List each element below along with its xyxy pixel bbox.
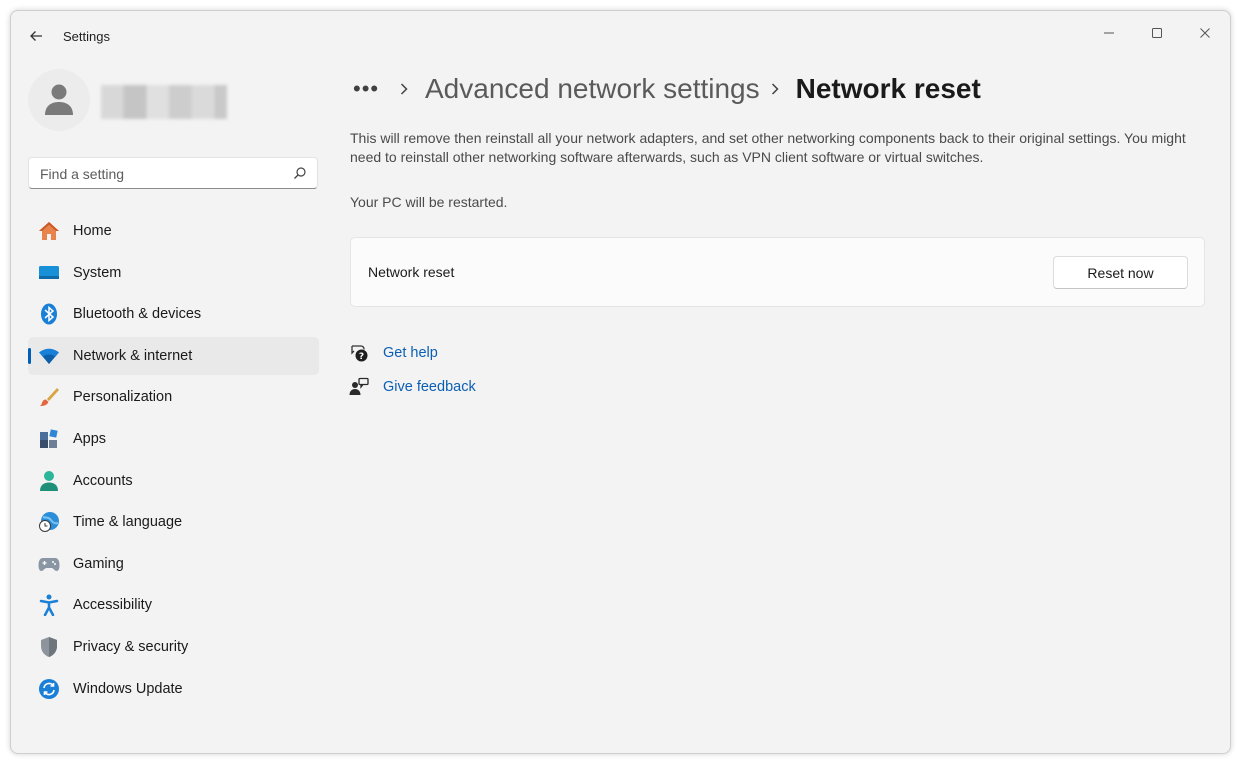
search-placeholder: Find a setting xyxy=(40,166,125,182)
sidebar-item-label: Apps xyxy=(73,430,107,447)
network-reset-card: Network reset Reset now xyxy=(350,237,1205,307)
sidebar-item-windows-update[interactable]: Windows Update xyxy=(28,670,319,708)
sidebar-item-accounts[interactable]: Accounts xyxy=(28,462,319,500)
feedback-icon xyxy=(349,377,369,397)
sidebar-item-label: Windows Update xyxy=(73,680,183,697)
selected-indicator xyxy=(28,347,31,364)
reset-now-button[interactable]: Reset now xyxy=(1053,256,1188,289)
help-icon: ? xyxy=(349,343,369,363)
network-reset-label: Network reset xyxy=(368,264,455,280)
search-icon xyxy=(294,167,306,179)
sidebar-item-label: Accessibility xyxy=(73,597,152,614)
search-input[interactable]: Find a setting xyxy=(28,157,318,189)
sidebar-item-personalization[interactable]: Personalization xyxy=(28,378,319,416)
sidebar-item-label: Time & language xyxy=(73,514,183,531)
sidebar-item-apps[interactable]: Apps xyxy=(28,420,319,458)
sidebar-item-label: System xyxy=(73,264,122,281)
home-icon xyxy=(38,220,60,242)
apps-icon xyxy=(38,428,60,450)
update-icon xyxy=(38,678,60,700)
description-text: This will remove then reinstall all your… xyxy=(350,130,1186,165)
back-arrow-icon xyxy=(30,31,42,41)
breadcrumb-advanced-network-settings[interactable]: Advanced network settings xyxy=(425,73,760,105)
sidebar-item-gaming[interactable]: Gaming xyxy=(28,545,319,583)
sidebar-item-time-language[interactable]: Time & language xyxy=(28,503,319,541)
maximize-button[interactable] xyxy=(1134,17,1180,49)
sidebar-item-label: Bluetooth & devices xyxy=(73,306,202,323)
breadcrumb-more-button[interactable]: ••• xyxy=(353,76,389,102)
get-help-link[interactable]: ? Get help xyxy=(349,343,438,363)
restart-note: Your PC will be restarted. xyxy=(350,194,508,210)
system-icon xyxy=(38,262,60,284)
avatar[interactable] xyxy=(28,69,90,131)
accounts-icon xyxy=(38,470,60,492)
user-name-redacted: ████████ xyxy=(101,85,227,119)
settings-window: Settings ████████ Find a setting Home xyxy=(10,10,1231,754)
wifi-icon xyxy=(38,345,60,367)
bluetooth-icon xyxy=(38,303,60,325)
sidebar-item-label: Personalization xyxy=(73,389,173,406)
sidebar-item-label: Accounts xyxy=(73,472,133,489)
sidebar-item-label: Privacy & security xyxy=(73,638,189,655)
give-feedback-label: Give feedback xyxy=(383,379,476,395)
sidebar-item-bluetooth[interactable]: Bluetooth & devices xyxy=(28,295,319,333)
close-button[interactable] xyxy=(1182,17,1228,49)
shield-icon xyxy=(38,636,60,658)
sidebar-item-label: Network & internet xyxy=(73,347,193,364)
sidebar-item-network[interactable]: Network & internet xyxy=(28,336,319,375)
close-icon xyxy=(1200,28,1210,38)
give-feedback-link[interactable]: Give feedback xyxy=(349,377,476,397)
brush-icon xyxy=(38,386,60,408)
minimize-icon xyxy=(1104,32,1114,34)
maximize-icon xyxy=(1152,28,1162,38)
sidebar-item-privacy-security[interactable]: Privacy & security xyxy=(28,628,319,666)
page-title: Network reset xyxy=(795,73,981,104)
breadcrumb: ••• Advanced network settings Network re… xyxy=(353,69,981,109)
back-button[interactable] xyxy=(25,25,47,47)
sidebar-item-label: Home xyxy=(73,223,112,239)
app-title: Settings xyxy=(63,29,110,44)
sidebar-nav: Home System Bluetooth & devices Network … xyxy=(28,212,319,711)
user-icon xyxy=(45,84,73,115)
globe-clock-icon xyxy=(38,511,60,533)
get-help-label: Get help xyxy=(383,345,438,361)
sidebar-item-label: Gaming xyxy=(73,555,124,572)
accessibility-icon xyxy=(38,594,60,617)
chevron-right-icon xyxy=(399,82,413,96)
minimize-button[interactable] xyxy=(1086,17,1132,49)
sidebar-item-home[interactable]: Home xyxy=(28,212,319,250)
gamepad-icon xyxy=(38,553,60,575)
sidebar-item-system[interactable]: System xyxy=(28,254,319,292)
sidebar-item-accessibility[interactable]: Accessibility xyxy=(28,586,319,624)
chevron-right-icon xyxy=(770,82,784,96)
svg-text:?: ? xyxy=(359,352,364,362)
